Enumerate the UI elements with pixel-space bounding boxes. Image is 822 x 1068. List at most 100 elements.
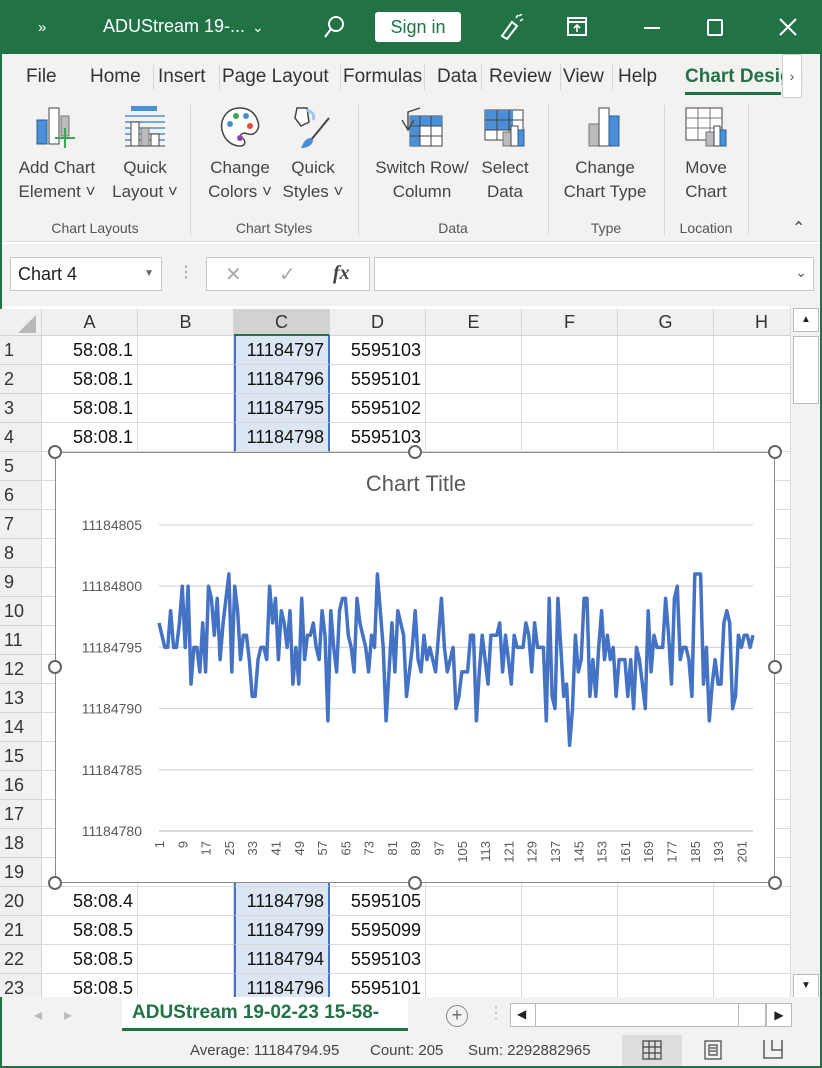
cell-B1[interactable] xyxy=(138,336,234,365)
cell-G3[interactable] xyxy=(618,394,714,423)
data-point[interactable] xyxy=(457,695,460,698)
data-point[interactable] xyxy=(504,634,507,637)
data-point[interactable] xyxy=(722,621,725,624)
data-point[interactable] xyxy=(574,634,577,637)
row-header[interactable]: 21 xyxy=(0,916,42,945)
data-point[interactable] xyxy=(425,658,428,661)
data-point[interactable] xyxy=(187,585,190,588)
cell-D23[interactable]: 5595101 xyxy=(330,974,426,997)
data-point[interactable] xyxy=(268,585,271,588)
data-point[interactable] xyxy=(562,695,565,698)
row-header[interactable]: 14 xyxy=(0,713,42,742)
collapse-ribbon-icon[interactable]: ⌃ xyxy=(792,218,805,238)
tab-insert[interactable]: Insert xyxy=(158,66,206,88)
row-header[interactable]: 20 xyxy=(0,887,42,916)
select-data-button[interactable]: Select Data xyxy=(450,106,560,204)
data-point[interactable] xyxy=(443,646,446,649)
data-point[interactable] xyxy=(580,658,583,661)
data-point[interactable] xyxy=(309,634,312,637)
cell-E20[interactable] xyxy=(426,887,522,916)
data-point[interactable] xyxy=(329,609,332,612)
data-point[interactable] xyxy=(650,670,653,673)
data-point[interactable] xyxy=(615,695,618,698)
scroll-down-button[interactable]: ▼ xyxy=(793,974,819,998)
data-point[interactable] xyxy=(583,597,586,600)
cell-F22[interactable] xyxy=(522,945,618,974)
row-header[interactable]: 18 xyxy=(0,829,42,858)
status-average[interactable]: Average: 11184794.95 xyxy=(190,1042,339,1059)
close-button[interactable] xyxy=(779,18,797,36)
data-point[interactable] xyxy=(653,634,656,637)
data-point[interactable] xyxy=(478,670,481,673)
cell-A3[interactable]: 58:08.1 xyxy=(42,394,138,423)
data-point[interactable] xyxy=(714,658,717,661)
data-point[interactable] xyxy=(227,572,230,575)
data-point[interactable] xyxy=(350,646,353,649)
data-point[interactable] xyxy=(402,634,405,637)
data-point[interactable] xyxy=(551,695,554,698)
data-point[interactable] xyxy=(201,621,204,624)
data-point[interactable] xyxy=(414,609,417,612)
cell-G1[interactable] xyxy=(618,336,714,365)
tab-data[interactable]: Data xyxy=(437,66,477,88)
cell-E3[interactable] xyxy=(426,394,522,423)
data-point[interactable] xyxy=(408,670,411,673)
cell-E2[interactable] xyxy=(426,365,522,394)
cell-B4[interactable] xyxy=(138,423,234,452)
data-point[interactable] xyxy=(472,634,475,637)
cell-A20[interactable]: 58:08.4 xyxy=(42,887,138,916)
h-scroll-thumb[interactable] xyxy=(535,1003,739,1027)
chart-resize-handle[interactable] xyxy=(48,445,62,459)
data-point[interactable] xyxy=(696,572,699,575)
tab-view[interactable]: View xyxy=(563,66,604,88)
cell-H23[interactable] xyxy=(714,974,790,997)
data-point[interactable] xyxy=(516,646,519,649)
data-point[interactable] xyxy=(586,597,589,600)
data-point[interactable] xyxy=(259,646,262,649)
cell-F1[interactable] xyxy=(522,336,618,365)
data-point[interactable] xyxy=(190,683,193,686)
data-point[interactable] xyxy=(303,658,306,661)
data-point[interactable] xyxy=(635,646,638,649)
data-point[interactable] xyxy=(629,658,632,661)
data-point[interactable] xyxy=(725,609,728,612)
chart-resize-handle[interactable] xyxy=(768,445,782,459)
cell-H22[interactable] xyxy=(714,945,790,974)
data-point[interactable] xyxy=(687,658,690,661)
data-point[interactable] xyxy=(271,621,274,624)
data-point[interactable] xyxy=(192,646,195,649)
cell-G4[interactable] xyxy=(618,423,714,452)
data-point[interactable] xyxy=(542,646,545,649)
data-point[interactable] xyxy=(195,646,198,649)
data-point[interactable] xyxy=(297,683,300,686)
data-point[interactable] xyxy=(163,646,166,649)
tab-help[interactable]: Help xyxy=(618,66,657,88)
data-point[interactable] xyxy=(513,634,516,637)
move-chart-button[interactable]: Move Chart xyxy=(651,106,761,204)
data-point[interactable] xyxy=(207,585,210,588)
data-point[interactable] xyxy=(277,658,280,661)
minimize-button[interactable] xyxy=(644,27,660,29)
data-point[interactable] xyxy=(717,683,720,686)
data-point[interactable] xyxy=(254,695,257,698)
prev-sheet-icon[interactable]: ◂ xyxy=(34,1005,42,1025)
data-point[interactable] xyxy=(417,658,420,661)
data-point[interactable] xyxy=(641,683,644,686)
chart[interactable]: Chart Title 11184805 11184800 11184795 1118… xyxy=(55,452,775,883)
chevron-down-icon[interactable]: ⌄ xyxy=(252,19,264,36)
data-point[interactable] xyxy=(239,658,242,661)
data-point[interactable] xyxy=(251,695,254,698)
new-sheet-button[interactable]: + xyxy=(446,1005,468,1027)
quick-access-overflow-icon[interactable]: » xyxy=(38,19,46,36)
cell-C21[interactable]: 11184799 xyxy=(234,916,330,945)
row-header[interactable]: 13 xyxy=(0,684,42,713)
data-point[interactable] xyxy=(291,683,294,686)
file-name[interactable]: ADUStream 19-... xyxy=(103,16,245,37)
cell-C22[interactable]: 11184794 xyxy=(234,945,330,974)
scroll-right-button[interactable]: ▶ xyxy=(766,1003,792,1027)
data-point[interactable] xyxy=(620,658,623,661)
data-point[interactable] xyxy=(236,609,239,612)
row-header[interactable]: 15 xyxy=(0,742,42,771)
data-point[interactable] xyxy=(224,597,227,600)
cell-G2[interactable] xyxy=(618,365,714,394)
